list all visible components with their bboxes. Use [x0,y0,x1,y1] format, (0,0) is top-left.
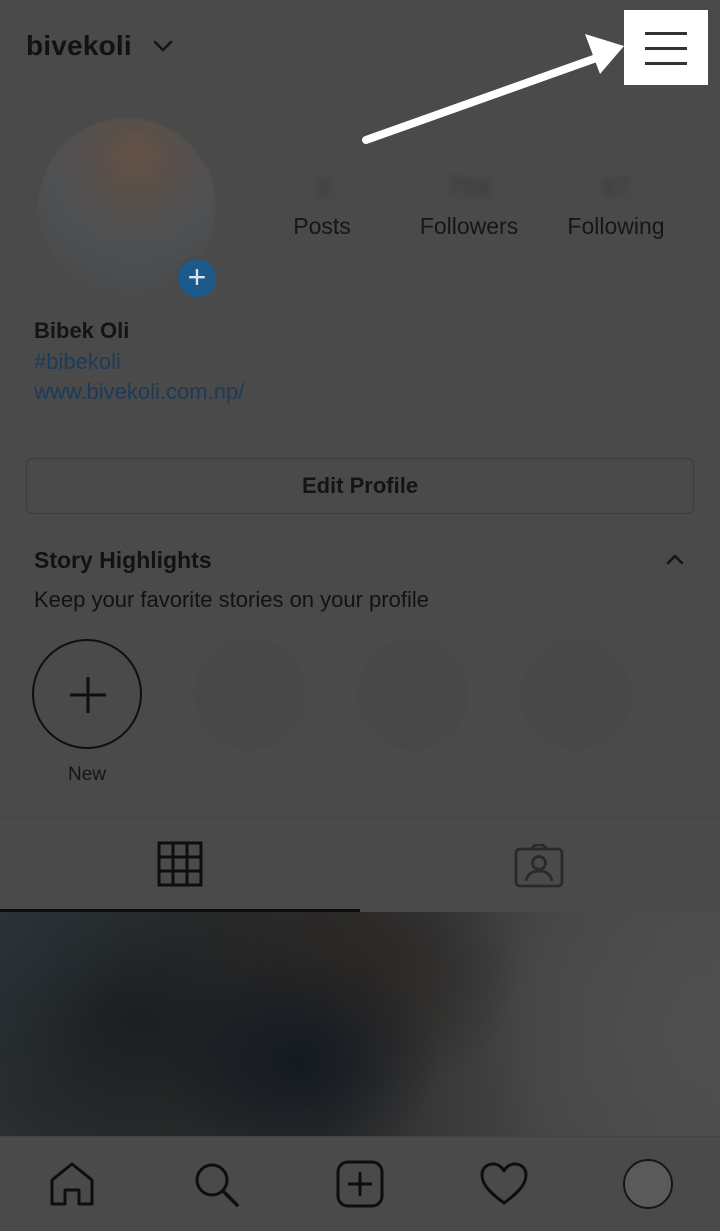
edit-profile-button[interactable]: Edit Profile [26,458,694,514]
menu-bar [645,47,687,50]
nav-home[interactable] [0,1137,144,1231]
nav-add-post[interactable] [288,1137,432,1231]
following-stat[interactable]: 97 Following [541,165,691,240]
menu-bar [645,32,687,35]
chevron-up-icon[interactable] [664,551,686,567]
followers-stat[interactable]: 756 Followers [394,165,544,240]
profile-hashtag-link[interactable]: #bibekoli [34,349,121,375]
followers-label: Followers [419,213,519,239]
tab-grid[interactable] [0,818,360,912]
add-story-plus-icon[interactable]: + [175,256,219,300]
tab-tagged[interactable] [360,818,720,912]
post-thumbnail[interactable] [0,912,720,1136]
highlight-placeholder [357,638,469,750]
add-post-icon [336,1160,384,1208]
profile-avatar-small [623,1159,673,1209]
story-highlights-title: Story Highlights [34,547,212,573]
heart-icon [480,1162,528,1205]
username-title[interactable]: bivekoli [26,30,132,62]
posts-count: 3 [314,171,330,202]
posts-label: Posts [293,213,351,239]
menu-bar [645,62,687,65]
home-icon [50,1162,94,1206]
followers-count: 756 [447,171,491,202]
tagged-icon [514,844,564,888]
bottom-navigation [0,1136,720,1231]
highlight-placeholder [194,638,306,750]
hamburger-menu-button[interactable] [624,10,708,85]
posts-stat[interactable]: 3 Posts [247,165,397,240]
grid-icon [157,841,203,887]
nav-profile[interactable] [576,1137,720,1231]
new-highlight-label: New [67,764,106,785]
story-highlights-subtitle: Keep your favorite stories on your profi… [34,587,429,612]
profile-full-name: Bibek Oli [34,318,130,343]
profile-website-link[interactable]: www.bivekoli.com.np/ [34,379,244,405]
search-icon [195,1163,239,1207]
nav-activity[interactable] [432,1137,576,1231]
new-highlight-button[interactable] [32,639,142,749]
following-label: Following [567,213,665,239]
chevron-down-icon[interactable] [152,38,174,54]
following-count: 97 [601,171,631,202]
nav-search[interactable] [144,1137,288,1231]
plus-icon [70,677,106,713]
highlight-placeholder [520,638,632,750]
